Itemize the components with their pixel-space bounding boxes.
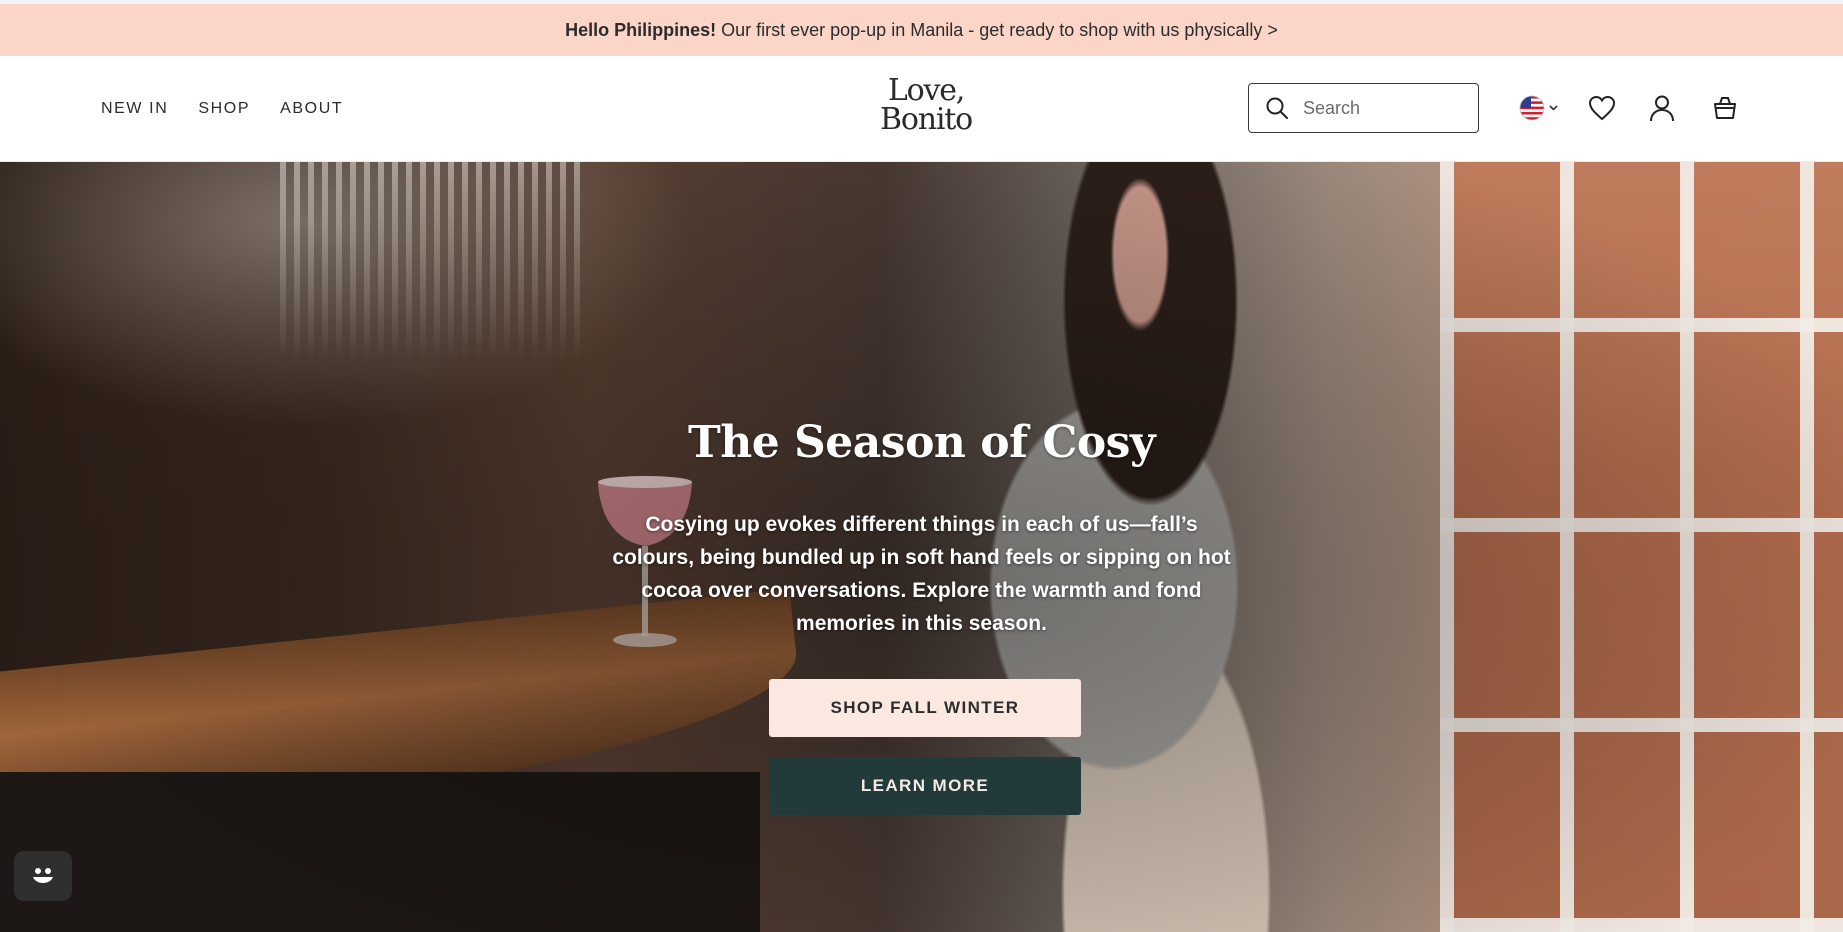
- main-nav: NEW IN SHOP ABOUT: [101, 56, 343, 162]
- learn-more-button[interactable]: LEARN MORE: [769, 757, 1081, 815]
- announcement-bar[interactable]: Hello Philippines! Our first ever pop-up…: [0, 4, 1843, 56]
- hero-title: The Season of Cosy: [687, 417, 1156, 468]
- hero-description: Cosying up evokes different things in ea…: [612, 513, 1231, 635]
- cart-button[interactable]: [1709, 92, 1741, 124]
- country-selector[interactable]: [1519, 92, 1561, 124]
- chat-widget-button[interactable]: [14, 851, 72, 901]
- account-button[interactable]: [1646, 92, 1678, 124]
- logo-line-1: Love,: [887, 73, 965, 108]
- chevron-down-icon: [1549, 105, 1558, 111]
- hero-banner: The Season of Cosy Cosying up evokes dif…: [0, 162, 1843, 932]
- logo-line-2: Bonito: [880, 102, 973, 137]
- account-icon: [1650, 95, 1674, 122]
- chat-bot-icon: [33, 868, 53, 883]
- nav-item-new-in[interactable]: NEW IN: [101, 100, 168, 118]
- wishlist-button[interactable]: [1586, 92, 1618, 124]
- nav-item-shop[interactable]: SHOP: [198, 100, 250, 118]
- search-icon: [1266, 97, 1288, 119]
- bag-icon: [1714, 97, 1736, 119]
- search-box[interactable]: [1248, 83, 1479, 133]
- shop-fall-winter-button[interactable]: SHOP FALL WINTER: [769, 679, 1081, 737]
- us-flag-icon: [1519, 95, 1558, 121]
- heart-icon: [1588, 95, 1616, 121]
- search-input[interactable]: [1303, 97, 1453, 119]
- nav-item-about[interactable]: ABOUT: [280, 100, 343, 118]
- brand-logo[interactable]: Love, Bonito: [868, 73, 984, 137]
- announcement-text: Our first ever pop-up in Manila - get re…: [721, 19, 1278, 40]
- site-header: NEW IN SHOP ABOUT Love, Bonito: [0, 56, 1843, 162]
- announcement-bold: Hello Philippines!: [565, 19, 717, 40]
